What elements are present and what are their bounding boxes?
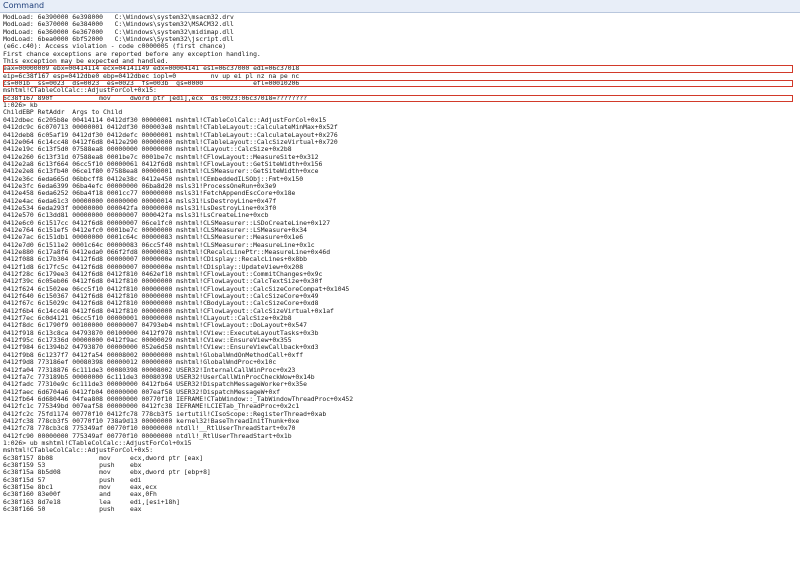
output-line: 6c38f167 890f mov dword ptr [edi],ecx ds… [3,94,793,103]
command-window: Command ModLoad: 6e390000 6e398000 C:\Wi… [0,0,800,561]
command-output[interactable]: ModLoad: 6e390000 6e398000 C:\Windows\sy… [3,14,793,559]
output-line: 6c38f166 50 push eax [3,505,142,514]
window-title: Command [0,0,800,13]
